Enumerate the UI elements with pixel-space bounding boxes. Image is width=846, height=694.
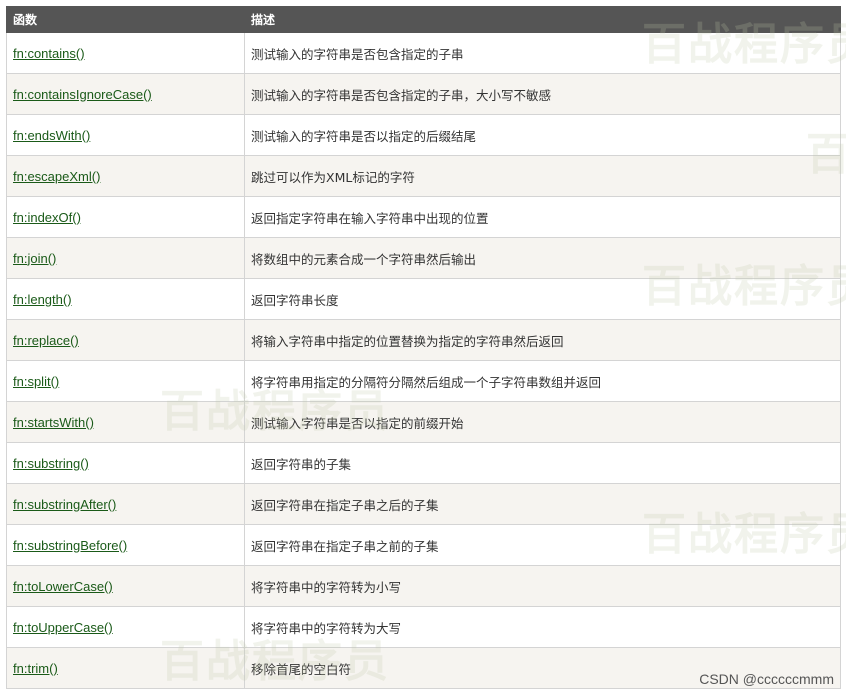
- table-row: fn:substringAfter() 返回字符串在指定子串之后的子集: [6, 483, 841, 525]
- description-cell: 将输入字符串中指定的位置替换为指定的字符串然后返回: [244, 319, 841, 361]
- table-row: fn:replace() 将输入字符串中指定的位置替换为指定的字符串然后返回: [6, 319, 841, 361]
- function-link[interactable]: fn:toUpperCase(): [13, 620, 113, 635]
- description-cell: 测试输入字符串是否以指定的前缀开始: [244, 401, 841, 443]
- description-cell: 将数组中的元素合成一个字符串然后输出: [244, 237, 841, 279]
- description-cell: 测试输入的字符串是否包含指定的子串，大小写不敏感: [244, 73, 841, 115]
- function-cell: fn:startsWith(): [6, 401, 245, 443]
- description-cell: 将字符串用指定的分隔符分隔然后组成一个子字符串数组并返回: [244, 360, 841, 402]
- function-link[interactable]: fn:contains(): [13, 46, 85, 61]
- function-link[interactable]: fn:trim(): [13, 661, 58, 676]
- description-cell: 返回字符串在指定子串之前的子集: [244, 524, 841, 566]
- table-row: fn:split() 将字符串用指定的分隔符分隔然后组成一个子字符串数组并返回: [6, 360, 841, 402]
- function-link[interactable]: fn:startsWith(): [13, 415, 94, 430]
- function-link[interactable]: fn:substringBefore(): [13, 538, 127, 553]
- function-cell: fn:toLowerCase(): [6, 565, 245, 607]
- description-cell: 将字符串中的字符转为大写: [244, 606, 841, 648]
- description-cell: 将字符串中的字符转为小写: [244, 565, 841, 607]
- table-row: fn:toUpperCase() 将字符串中的字符转为大写: [6, 606, 841, 648]
- table-row: fn:substringBefore() 返回字符串在指定子串之前的子集: [6, 524, 841, 566]
- function-cell: fn:join(): [6, 237, 245, 279]
- function-cell: fn:containsIgnoreCase(): [6, 73, 245, 115]
- table-row: fn:containsIgnoreCase() 测试输入的字符串是否包含指定的子串…: [6, 73, 841, 115]
- function-cell: fn:substringBefore(): [6, 524, 245, 566]
- function-link[interactable]: fn:endsWith(): [13, 128, 90, 143]
- function-link[interactable]: fn:escapeXml(): [13, 169, 100, 184]
- description-cell: 测试输入的字符串是否以指定的后缀结尾: [244, 114, 841, 156]
- function-link[interactable]: fn:toLowerCase(): [13, 579, 113, 594]
- function-cell: fn:length(): [6, 278, 245, 320]
- table-body: fn:contains() 测试输入的字符串是否包含指定的子串 fn:contain…: [6, 32, 841, 689]
- table-row: fn:indexOf() 返回指定字符串在输入字符串中出现的位置: [6, 196, 841, 238]
- table-row: fn:length() 返回字符串长度: [6, 278, 841, 320]
- csdn-credit: CSDN @ccccccmmm: [699, 671, 834, 687]
- function-link[interactable]: fn:join(): [13, 251, 56, 266]
- function-link[interactable]: fn:replace(): [13, 333, 79, 348]
- function-cell: fn:trim(): [6, 647, 245, 689]
- function-cell: fn:toUpperCase(): [6, 606, 245, 648]
- header-function: 函数: [6, 6, 245, 33]
- function-link[interactable]: fn:substring(): [13, 456, 89, 471]
- function-cell: fn:endsWith(): [6, 114, 245, 156]
- table-row: fn:contains() 测试输入的字符串是否包含指定的子串: [6, 32, 841, 74]
- header-description: 描述: [244, 6, 841, 33]
- functions-table-container: 函数 描述 fn:contains() 测试输入的字符串是否包含指定的子串 fn:c…: [6, 6, 841, 689]
- description-cell: 测试输入的字符串是否包含指定的子串: [244, 32, 841, 74]
- description-cell: 返回字符串在指定子串之后的子集: [244, 483, 841, 525]
- description-cell: 返回字符串的子集: [244, 442, 841, 484]
- description-cell: 返回指定字符串在输入字符串中出现的位置: [244, 196, 841, 238]
- description-cell: 返回字符串长度: [244, 278, 841, 320]
- table-row: fn:toLowerCase() 将字符串中的字符转为小写: [6, 565, 841, 607]
- function-link[interactable]: fn:length(): [13, 292, 72, 307]
- function-link[interactable]: fn:indexOf(): [13, 210, 81, 225]
- function-link[interactable]: fn:split(): [13, 374, 59, 389]
- table-header: 函数 描述: [6, 6, 841, 33]
- table-row: fn:substring() 返回字符串的子集: [6, 442, 841, 484]
- table-row: fn:startsWith() 测试输入字符串是否以指定的前缀开始: [6, 401, 841, 443]
- table-row: fn:join() 将数组中的元素合成一个字符串然后输出: [6, 237, 841, 279]
- header-row: 函数 描述: [6, 6, 841, 33]
- function-cell: fn:indexOf(): [6, 196, 245, 238]
- function-link[interactable]: fn:substringAfter(): [13, 497, 116, 512]
- function-cell: fn:replace(): [6, 319, 245, 361]
- table-row: fn:escapeXml() 跳过可以作为XML标记的字符: [6, 155, 841, 197]
- function-link[interactable]: fn:containsIgnoreCase(): [13, 87, 152, 102]
- function-cell: fn:substringAfter(): [6, 483, 245, 525]
- function-cell: fn:split(): [6, 360, 245, 402]
- functions-table: 函数 描述 fn:contains() 测试输入的字符串是否包含指定的子串 fn:c…: [6, 6, 841, 689]
- function-cell: fn:substring(): [6, 442, 245, 484]
- table-row: fn:endsWith() 测试输入的字符串是否以指定的后缀结尾: [6, 114, 841, 156]
- function-cell: fn:contains(): [6, 32, 245, 74]
- function-cell: fn:escapeXml(): [6, 155, 245, 197]
- description-cell: 跳过可以作为XML标记的字符: [244, 155, 841, 197]
